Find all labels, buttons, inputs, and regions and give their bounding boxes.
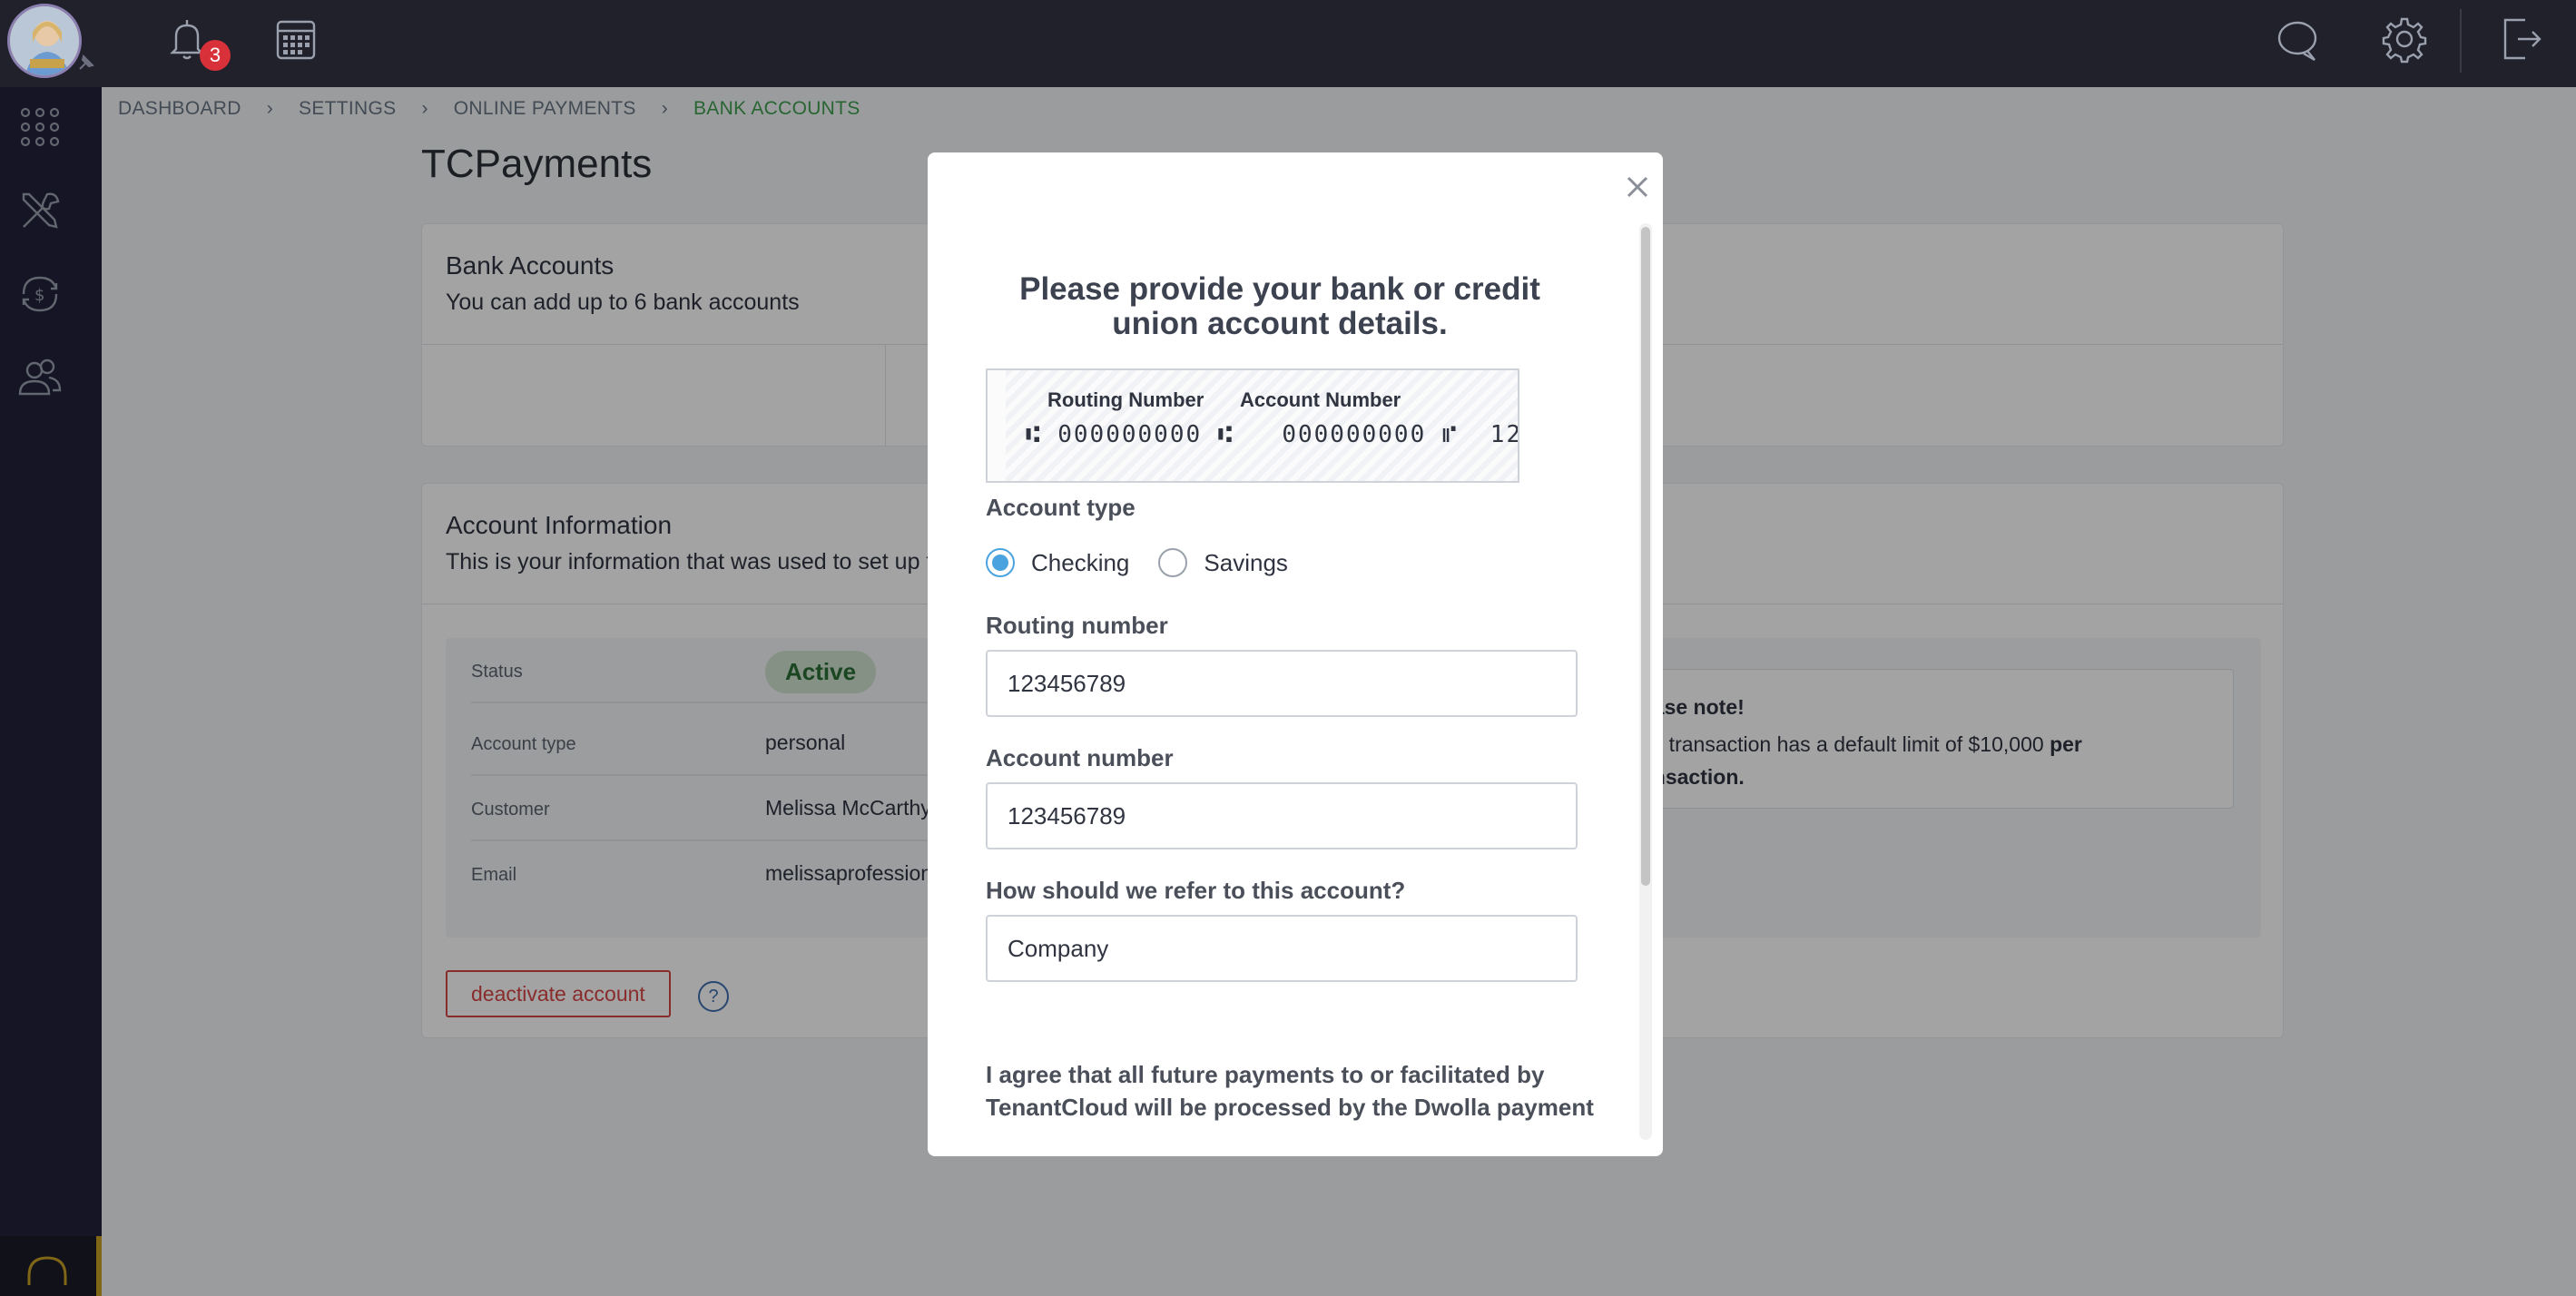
- top-bar: 3: [0, 0, 2576, 87]
- agreement-text: I agree that all future payments to or f…: [986, 1061, 1594, 1121]
- account-number-label: Account number: [986, 744, 1174, 771]
- account-number-input[interactable]: [986, 782, 1578, 849]
- modal-heading: Please provide your bank or credit union…: [1019, 271, 1540, 341]
- account-nickname-input[interactable]: [986, 915, 1578, 982]
- calendar-icon[interactable]: [272, 16, 320, 64]
- modal-scrollbar-thumb[interactable]: [1641, 227, 1650, 886]
- radio-checking-label[interactable]: Checking: [1031, 549, 1129, 577]
- check-micr-line: ⑆ 000000000 ⑆ 000000000 ⑈ 1234: [1026, 421, 1519, 448]
- account-type-radio-group: Checking Savings: [986, 548, 1317, 577]
- add-bank-account-modal: Please provide your bank or credit union…: [928, 152, 1663, 1156]
- logout-icon[interactable]: [2498, 15, 2545, 64]
- radio-checking[interactable]: [986, 548, 1015, 577]
- topbar-divider: [2460, 9, 2462, 73]
- routing-number-input[interactable]: [986, 650, 1578, 717]
- settings-gear-icon[interactable]: [2380, 15, 2429, 64]
- check-diagram-image: Routing Number Account Number ⑆ 00000000…: [986, 368, 1519, 483]
- account-nickname-label: How should we refer to this account?: [986, 877, 1406, 904]
- routing-number-label: Routing number: [986, 612, 1168, 639]
- pin-icon[interactable]: [76, 53, 96, 73]
- close-icon[interactable]: [1621, 171, 1654, 203]
- notification-badge: 3: [200, 40, 231, 71]
- radio-savings-label[interactable]: Savings: [1204, 549, 1288, 577]
- user-avatar[interactable]: [7, 4, 82, 78]
- radio-savings[interactable]: [1158, 548, 1188, 577]
- account-type-label: Account type: [986, 494, 1136, 521]
- check-routing-label: Routing Number: [1047, 388, 1204, 411]
- check-account-label: Account Number: [1240, 388, 1401, 411]
- chat-icon[interactable]: [2273, 16, 2322, 65]
